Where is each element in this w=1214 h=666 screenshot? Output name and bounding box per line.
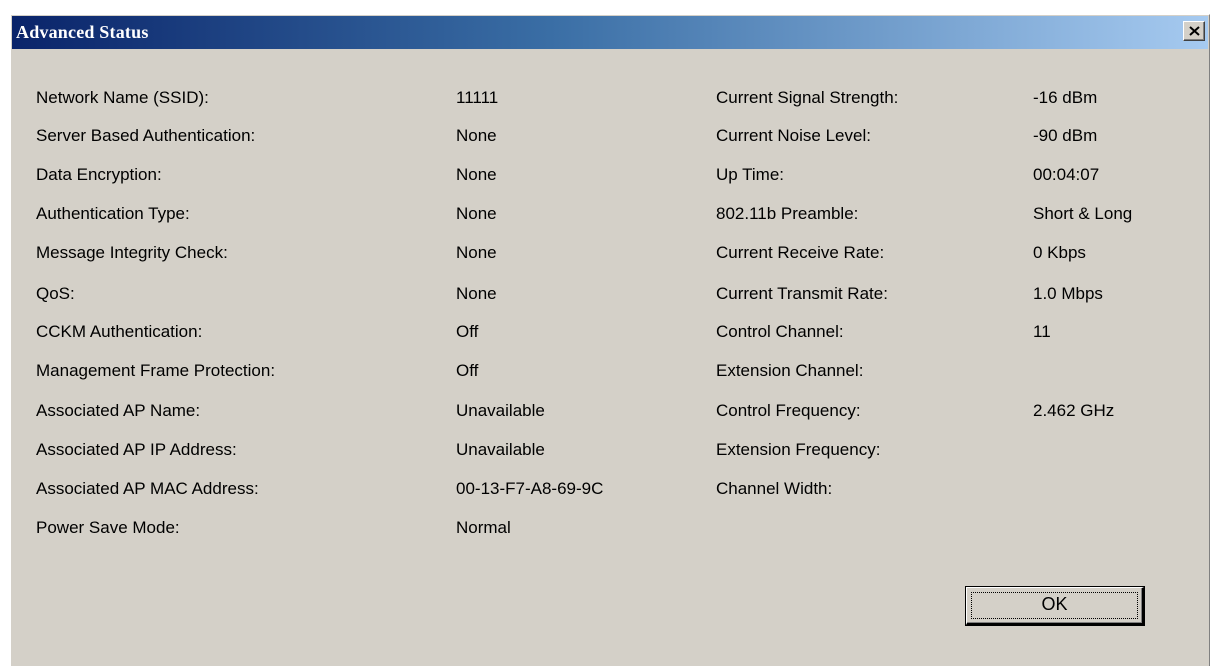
- window-title: Advanced Status: [16, 22, 149, 42]
- preamble-value: Short & Long: [1033, 204, 1133, 223]
- ap-ip-value: Unavailable: [456, 440, 545, 459]
- transmit-rate-label: Current Transmit Rate:: [716, 284, 888, 303]
- title-bar[interactable]: Advanced Status: [12, 16, 1208, 49]
- extension-frequency-label: Extension Frequency:: [716, 440, 881, 459]
- extension-channel-label: Extension Channel:: [716, 361, 864, 380]
- transmit-rate-value: 1.0 Mbps: [1033, 284, 1103, 303]
- ap-mac-label: Associated AP MAC Address:: [36, 479, 259, 498]
- signal-strength-value: -16 dBm: [1033, 88, 1098, 107]
- up-time-value: 00:04:07: [1033, 165, 1100, 184]
- auth-type-label: Authentication Type:: [36, 204, 190, 223]
- mic-label: Message Integrity Check:: [36, 243, 228, 262]
- cckm-auth-label: CCKM Authentication:: [36, 322, 203, 341]
- control-frequency-value: 2.462 GHz: [1033, 401, 1115, 420]
- power-save-value: Normal: [456, 518, 511, 537]
- mfp-label: Management Frame Protection:: [36, 361, 276, 380]
- mic-value: None: [456, 243, 497, 262]
- data-encryption-label: Data Encryption:: [36, 165, 162, 184]
- auth-type-value: None: [456, 204, 497, 223]
- receive-rate-value: 0 Kbps: [1033, 243, 1086, 262]
- server-auth-label: Server Based Authentication:: [36, 126, 256, 145]
- up-time-label: Up Time:: [716, 165, 785, 184]
- data-encryption-value: None: [456, 165, 497, 184]
- cckm-auth-value: Off: [456, 322, 479, 341]
- noise-level-label: Current Noise Level:: [716, 126, 871, 145]
- qos-label: QoS:: [36, 284, 75, 303]
- close-button[interactable]: [1183, 21, 1205, 41]
- preamble-label: 802.11b Preamble:: [716, 204, 859, 223]
- channel-width-label: Channel Width:: [716, 479, 833, 498]
- control-channel-label: Control Channel:: [716, 322, 844, 341]
- ssid-label: Network Name (SSID):: [36, 88, 209, 107]
- power-save-label: Power Save Mode:: [36, 518, 180, 537]
- signal-strength-label: Current Signal Strength:: [716, 88, 899, 107]
- close-icon: [1189, 26, 1200, 36]
- ok-button-label: OK: [1041, 594, 1068, 614]
- receive-rate-label: Current Receive Rate:: [716, 243, 885, 262]
- advanced-status-dialog: Advanced Status Network Name (SSID): 111…: [10, 14, 1210, 666]
- noise-level-value: -90 dBm: [1033, 126, 1098, 145]
- ap-mac-value: 00-13-F7-A8-69-9C: [456, 479, 604, 498]
- ap-name-value: Unavailable: [456, 401, 545, 420]
- ok-button[interactable]: OK: [966, 587, 1144, 625]
- control-frequency-label: Control Frequency:: [716, 401, 861, 420]
- ssid-value: 11111: [456, 88, 499, 107]
- ap-ip-label: Associated AP IP Address:: [36, 440, 237, 459]
- mfp-value: Off: [456, 361, 479, 380]
- qos-value: None: [456, 284, 497, 303]
- control-channel-value: 11: [1033, 322, 1051, 341]
- ap-name-label: Associated AP Name:: [36, 401, 201, 420]
- server-auth-value: None: [456, 126, 497, 145]
